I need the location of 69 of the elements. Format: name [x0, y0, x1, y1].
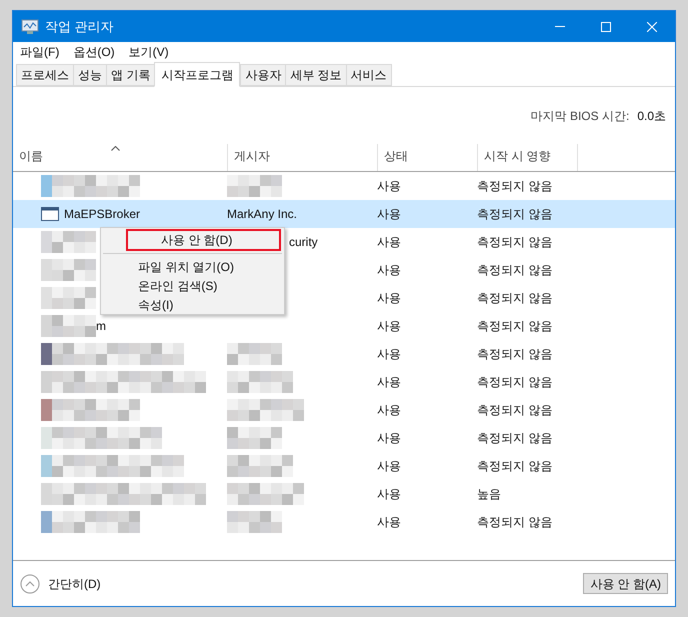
bios-time-label: 마지막 BIOS 시간:: [530, 108, 630, 125]
table-cell: 사용: [377, 179, 401, 193]
column-header[interactable]: 게시자: [228, 144, 378, 171]
table-cell: 측정되지 않음: [477, 375, 552, 389]
table-cell: 사용: [377, 347, 401, 361]
tab[interactable]: 시작프로그램: [154, 62, 240, 87]
tab[interactable]: 프로세스: [16, 64, 73, 86]
table-cell: 사용: [377, 487, 401, 501]
table-cell: 사용: [377, 515, 401, 529]
table-cell: 사용: [377, 431, 401, 445]
monitor-icon: [21, 18, 39, 34]
table-cell: 사용: [377, 263, 401, 277]
blurred-text-drawing: [227, 343, 282, 365]
table-cell: 높음: [477, 487, 501, 501]
table-cell: 측정되지 않음: [477, 207, 552, 221]
tab[interactable]: 앱 기록: [106, 64, 154, 86]
blurred-text-drawing: [41, 287, 96, 309]
table-cell: 사용: [377, 375, 401, 389]
table-cell: 사용: [377, 459, 401, 473]
blurred-text-drawing: [227, 511, 282, 533]
table-cell: 사용: [377, 235, 401, 249]
menu-item[interactable]: 속성(I): [103, 294, 282, 313]
menu-item[interactable]: 보기(V): [128, 43, 169, 61]
menu-item[interactable]: 파일 위치 열기(O): [103, 256, 282, 275]
sort-ascending-icon: [111, 146, 120, 151]
maximize-icon: [601, 22, 611, 32]
blurred-text-drawing: [41, 231, 96, 253]
blurred-text-drawing: [41, 259, 96, 281]
table-cell: 측정되지 않음: [477, 347, 552, 361]
table-cell-text: MarkAny Inc.: [227, 206, 298, 223]
bios-time-value: 0.0초: [637, 108, 666, 125]
minimize-icon: [555, 26, 565, 27]
blurred-text-drawing: [41, 315, 96, 337]
window-title: 작업 관리자: [45, 18, 114, 36]
close-icon: [647, 22, 657, 32]
table-cell: 측정되지 않음: [477, 515, 552, 529]
window-icon: [41, 207, 59, 221]
blurred-text-drawing: [227, 455, 293, 477]
disable-button[interactable]: 사용 안 함(A): [583, 573, 668, 594]
table-cell: 측정되지 않음: [477, 431, 552, 445]
tab[interactable]: 세부 정보: [285, 64, 346, 86]
table-cell: 사용: [377, 319, 401, 333]
tab[interactable]: 사용자: [240, 64, 286, 86]
table-cell-text: MaEPSBroker: [64, 206, 140, 223]
table-cell: 측정되지 않음: [477, 263, 552, 277]
table-row[interactable]: MaEPSBroker MarkAny Inc. 사용 측정되지 않음: [13, 200, 675, 228]
menu-item[interactable]: 파일(F): [20, 43, 60, 61]
column-header[interactable]: 시작 시 영향: [478, 144, 578, 171]
column-header[interactable]: 이름: [13, 144, 228, 171]
table-cell: 측정되지 않음: [477, 179, 552, 193]
table-cell: 측정되지 않음: [477, 235, 552, 249]
tab[interactable]: 서비스: [346, 64, 392, 86]
blurred-text-drawing: [227, 371, 293, 393]
table-cell: 사용: [377, 403, 401, 417]
chevron-up-circle-icon: [20, 574, 40, 594]
table-cell: 사용: [377, 207, 401, 221]
blurred-text-drawing: [227, 427, 282, 449]
table-cell: 측정되지 않음: [477, 319, 552, 333]
collapse-toggle[interactable]: 간단히(D): [20, 574, 101, 594]
tab[interactable]: 성능: [73, 64, 106, 86]
column-header[interactable]: 상태: [378, 144, 478, 171]
table-cell: 측정되지 않음: [477, 291, 552, 305]
menu-item[interactable]: 옵션(O): [73, 43, 115, 61]
table-cell-text: m: [96, 318, 106, 335]
menu-item[interactable]: 사용 안 함(D): [126, 229, 281, 251]
table-cell: 측정되지 않음: [477, 459, 552, 473]
table-cell: 사용: [377, 291, 401, 305]
blurred-text-drawing: [227, 175, 282, 197]
table-cell: 측정되지 않음: [477, 403, 552, 417]
